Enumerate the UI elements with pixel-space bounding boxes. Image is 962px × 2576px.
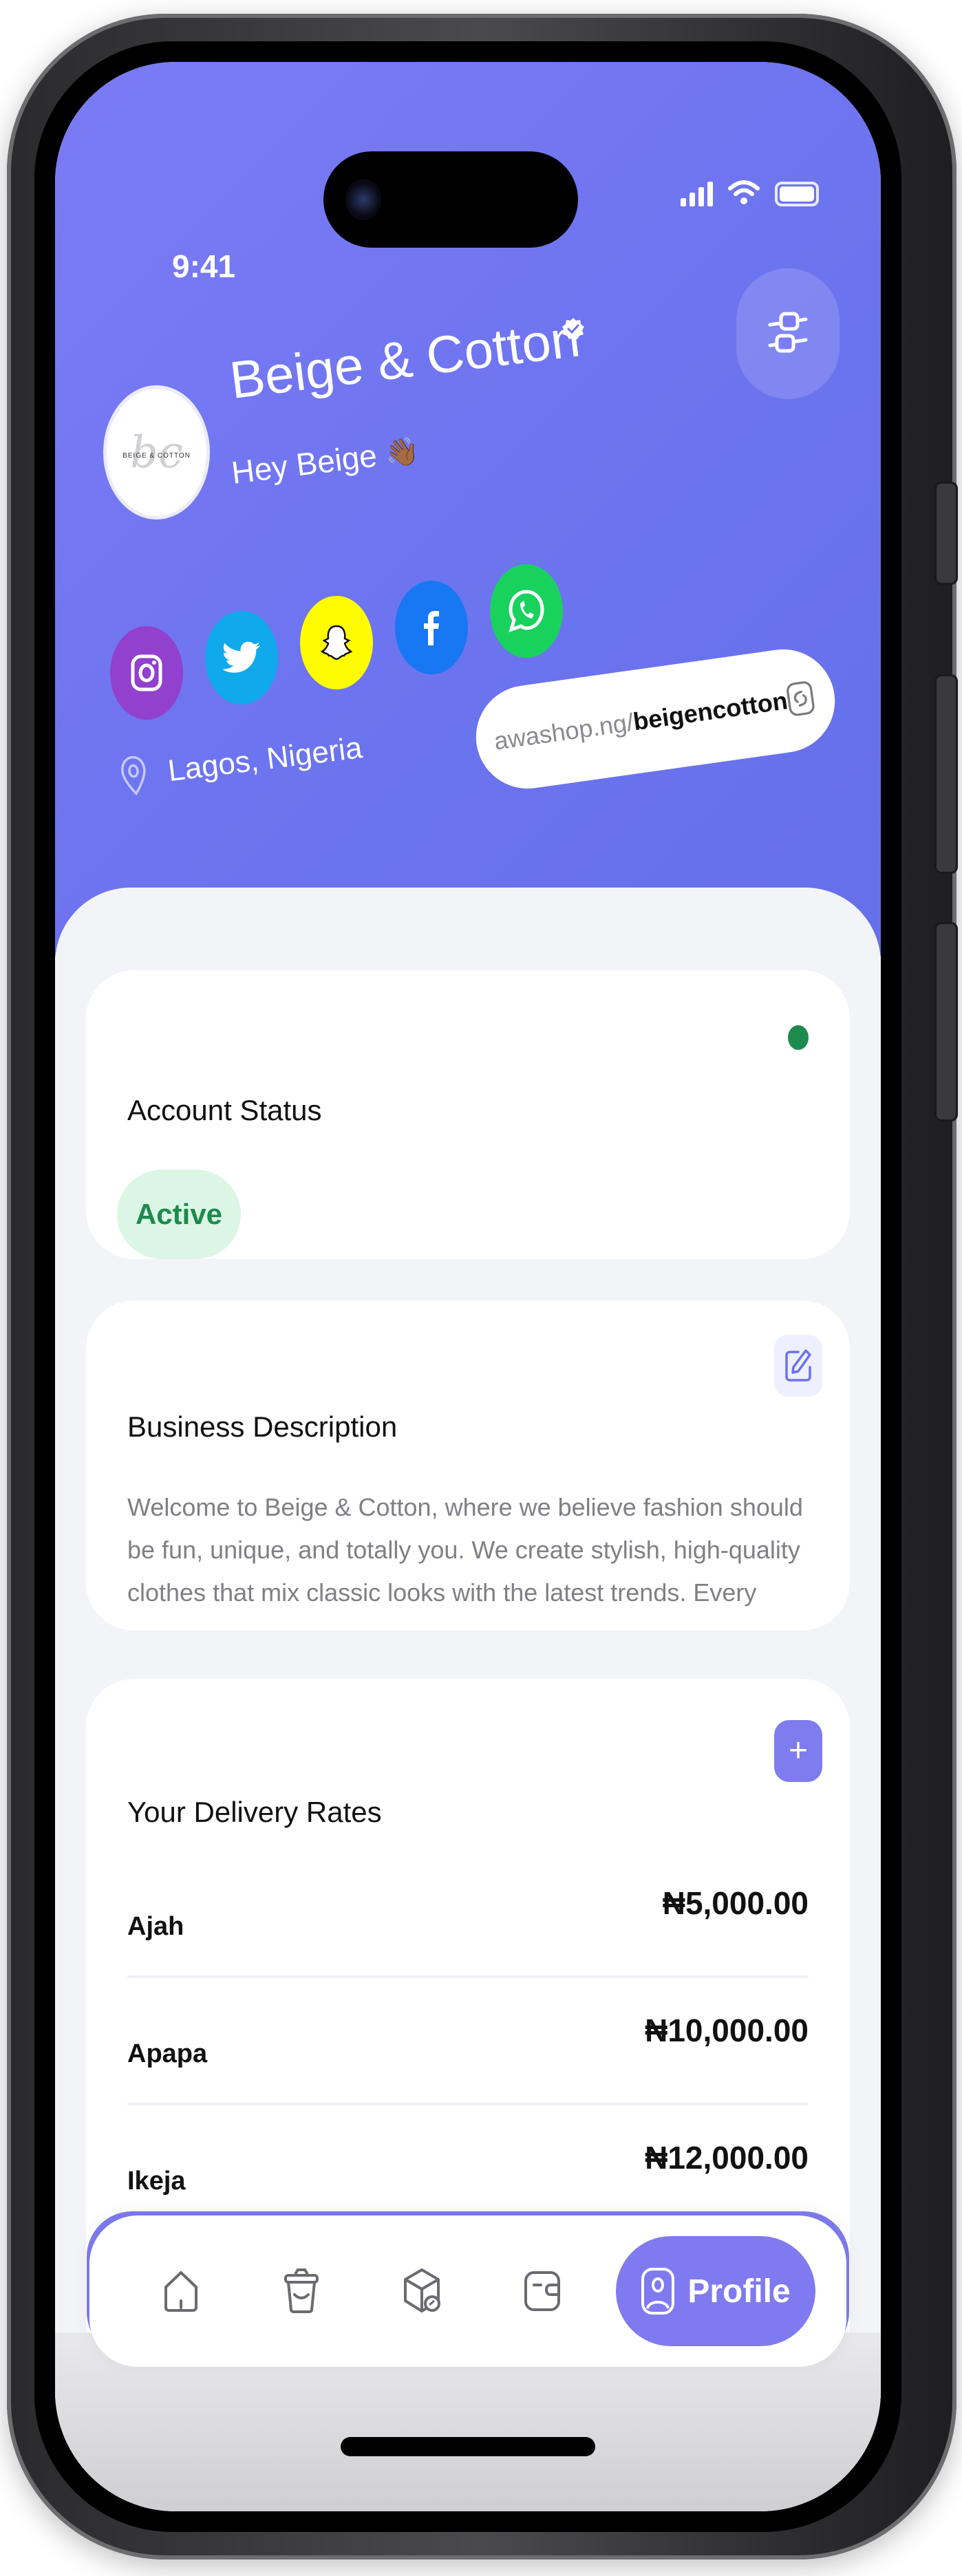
status-badge-label: Active (135, 1198, 223, 1230)
phone-bezel: 9:41 bc BEIGE & COTTON Beige & Cotton He… (34, 41, 901, 2532)
link-icon[interactable] (784, 676, 817, 722)
edit-icon (785, 1349, 811, 1382)
instagram-icon (131, 654, 162, 691)
tab-profile-label: Profile (687, 2273, 791, 2310)
snapchat-button[interactable] (300, 596, 373, 689)
snapchat-icon (321, 625, 352, 661)
tab-wallet[interactable] (482, 2243, 602, 2339)
rate-price: ₦12,000.00 (645, 2139, 809, 2176)
tab-profile[interactable]: Profile (616, 2236, 815, 2346)
battery-icon (775, 182, 819, 206)
settings-button[interactable] (736, 268, 840, 399)
business-description-card: Business Description Welcome to Beige & … (86, 1300, 850, 1631)
greeting-text: Hey Beige (229, 437, 379, 491)
profile-content-sheet: Account Status Active Business Descripti… (55, 888, 881, 2511)
bottom-tab-bar: Profile (89, 2215, 846, 2367)
silent-switch (934, 482, 958, 585)
sliders-icon (768, 312, 808, 353)
wifi-icon (728, 180, 760, 204)
location-text: Lagos, Nigeria (166, 731, 365, 788)
box-icon (403, 2268, 440, 2312)
volume-down-button (934, 922, 958, 1121)
instagram-button[interactable] (110, 626, 183, 720)
delivery-rates-title: Your Delivery Rates (127, 1796, 382, 1828)
rate-zone: Apapa (127, 2039, 208, 2068)
twitter-button[interactable] (205, 611, 278, 705)
wallet-icon (524, 2271, 560, 2311)
rate-row[interactable]: Apapa ₦10,000.00 (127, 1978, 809, 2105)
camera-icon (345, 179, 381, 220)
status-time: 9:41 (172, 248, 236, 284)
rate-price: ₦10,000.00 (645, 2012, 809, 2048)
facebook-button[interactable] (395, 581, 468, 674)
facebook-icon (424, 611, 439, 645)
status-icons (681, 179, 819, 206)
shop-link-handle: beigencotton (631, 686, 790, 736)
rate-zone: Ajah (127, 1912, 184, 1941)
plus-icon: + (788, 1732, 809, 1769)
verified-badge-icon (562, 318, 584, 339)
edit-description-button[interactable] (774, 1335, 822, 1397)
twitter-icon (222, 641, 261, 673)
account-status-title: Account Status (127, 1094, 322, 1126)
volume-up-button (934, 674, 958, 874)
rate-row[interactable]: Ikeja ₦12,000.00 (127, 2105, 809, 2233)
business-description-title: Business Description (127, 1410, 398, 1443)
add-rate-button[interactable]: + (774, 1720, 822, 1782)
rate-price: ₦5,000.00 (662, 1885, 809, 1921)
user-icon (641, 2268, 675, 2315)
tab-products[interactable] (361, 2243, 482, 2339)
avatar-brand-text: BEIGE & COTTON (122, 452, 191, 460)
tab-orders[interactable] (241, 2243, 361, 2339)
profile-header: 9:41 bc BEIGE & COTTON Beige & Cotton He… (55, 62, 881, 956)
shop-link-domain: awashop.ng/ (492, 707, 636, 755)
home-icon (164, 2271, 197, 2312)
account-status-card: Account Status Active (86, 970, 850, 1259)
rate-zone: Ikeja (127, 2167, 186, 2196)
signal-icon (681, 182, 713, 206)
shop-name: Beige & Cotton (226, 309, 584, 411)
wave-icon: 👋🏾 (383, 435, 421, 470)
tab-home[interactable] (120, 2243, 241, 2339)
screen: 9:41 bc BEIGE & COTTON Beige & Cotton He… (55, 62, 881, 2511)
home-indicator[interactable] (341, 2437, 595, 2456)
dynamic-island (323, 151, 578, 248)
greeting: Hey Beige 👋🏾 (229, 431, 421, 491)
business-description-text: Welcome to Beige & Cotton, where we beli… (127, 1493, 803, 1607)
shop-avatar[interactable]: bc BEIGE & COTTON (103, 385, 210, 519)
rate-row[interactable]: Ajah ₦5,000.00 (127, 1851, 809, 1978)
whatsapp-button[interactable] (490, 564, 563, 658)
shop-link-url: awashop.ng/beigencotton (492, 686, 789, 755)
phone-frame: 9:41 bc BEIGE & COTTON Beige & Cotton He… (7, 14, 958, 2559)
whatsapp-icon (509, 590, 544, 632)
status-badge: Active (117, 1170, 241, 1259)
shop-location: Lagos, Nigeria (118, 727, 364, 798)
map-pin-icon (121, 755, 146, 796)
shopping-bag-icon (284, 2268, 319, 2313)
status-indicator-dot (788, 1025, 809, 1050)
